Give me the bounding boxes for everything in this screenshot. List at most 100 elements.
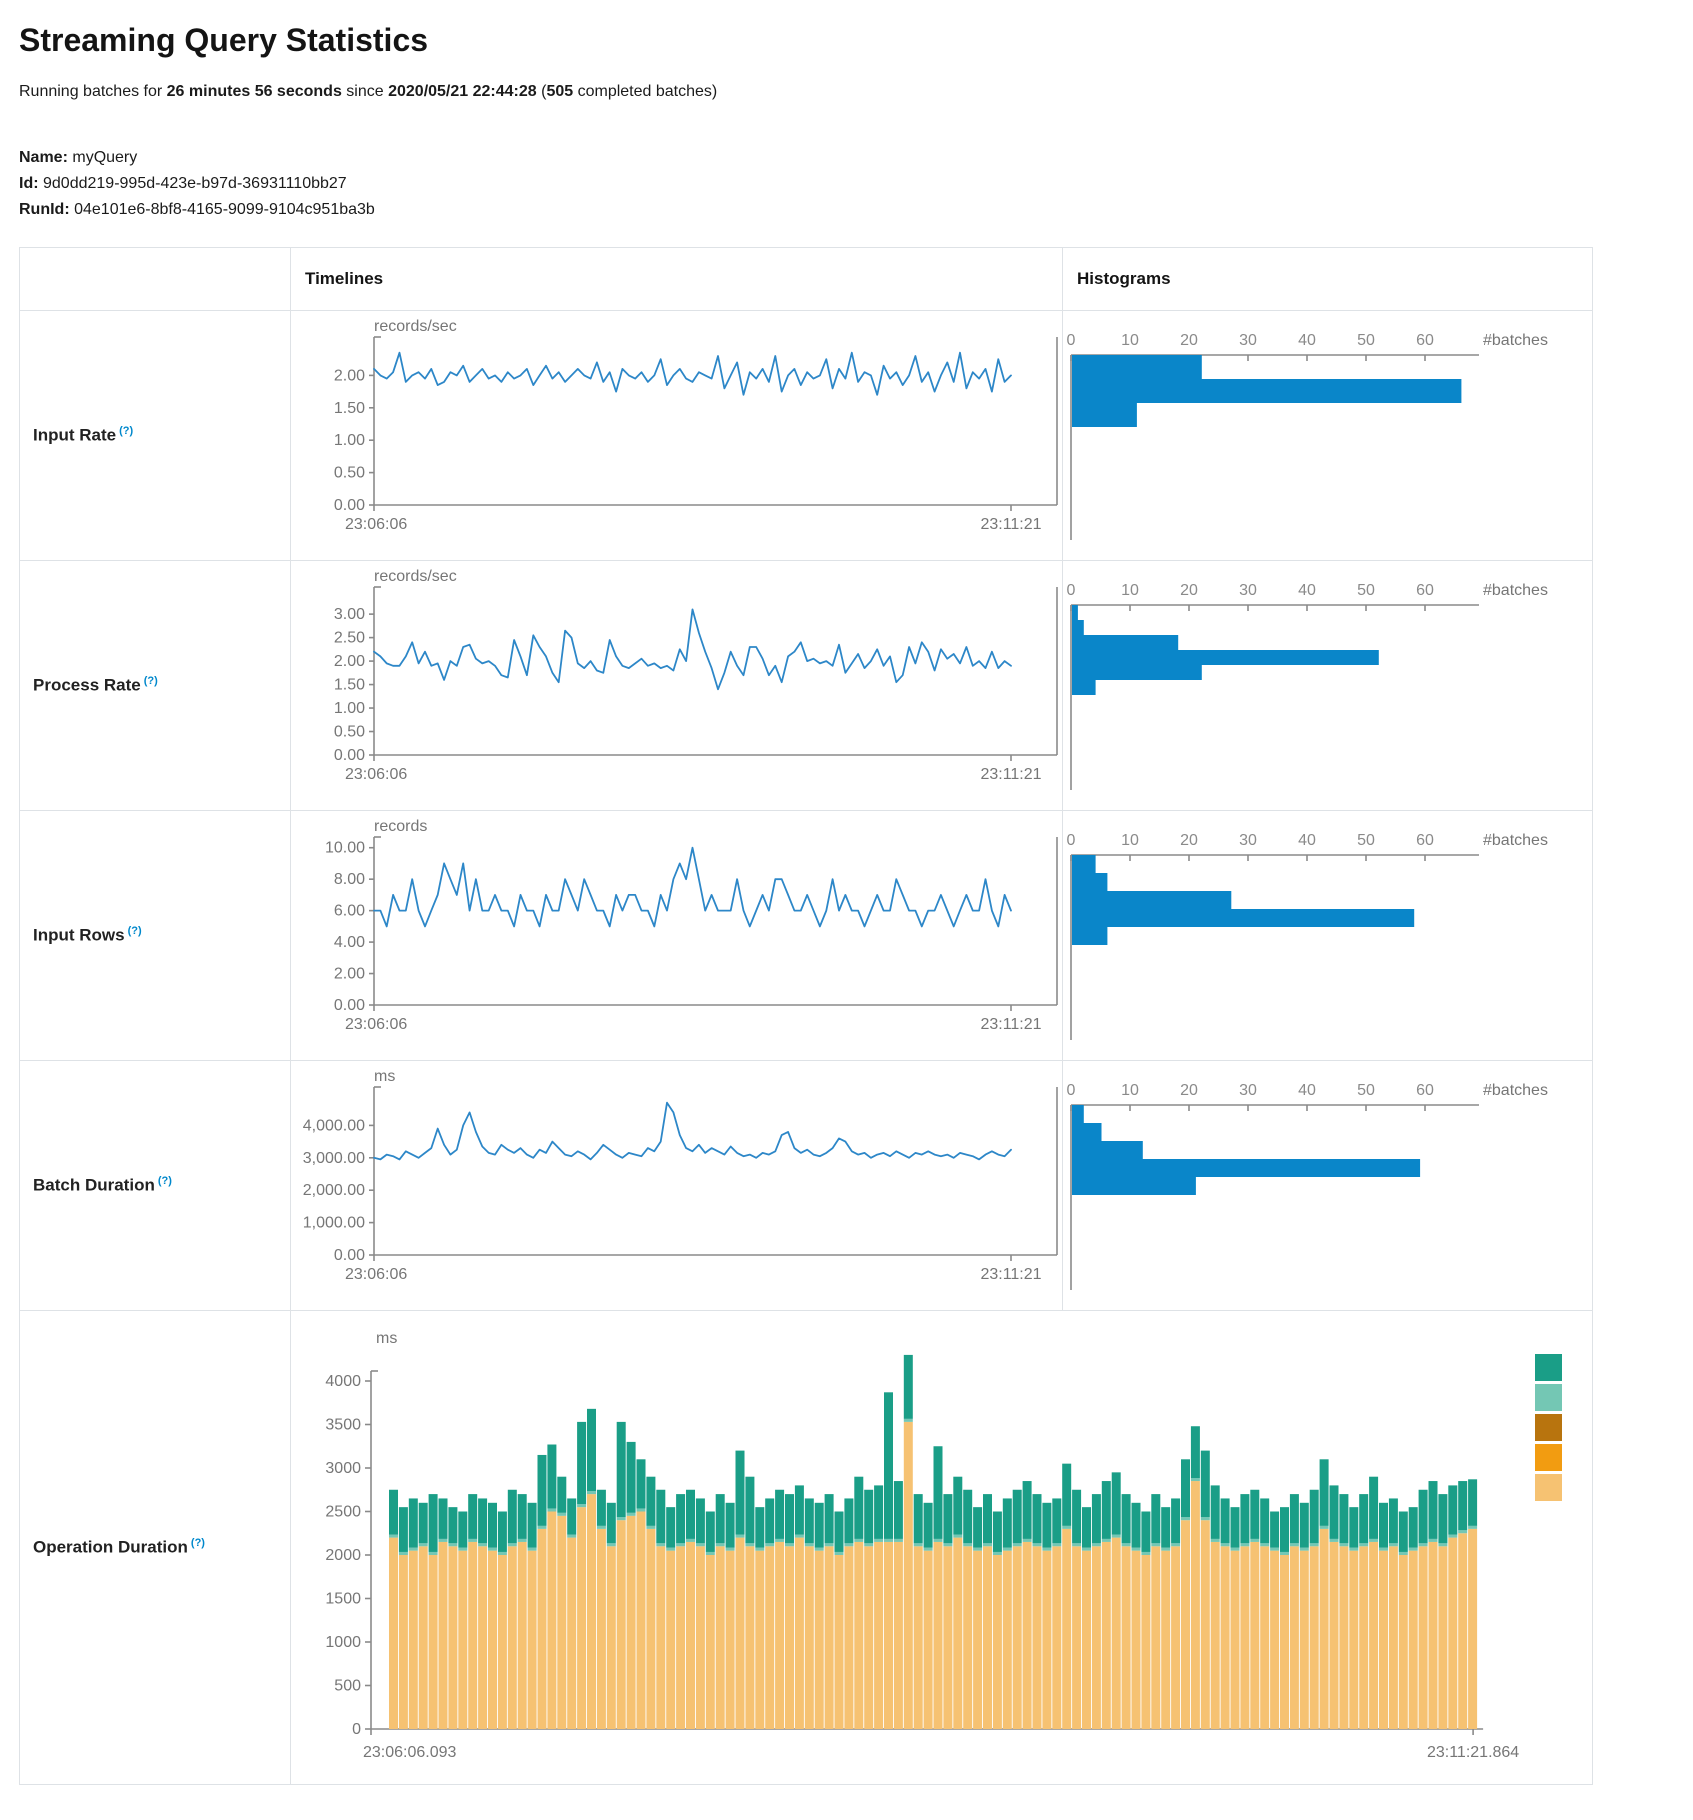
svg-text:20: 20: [1180, 1082, 1198, 1099]
svg-text:20: 20: [1180, 332, 1198, 349]
process-rate-label: Process Rate: [33, 676, 141, 695]
svg-text:40: 40: [1298, 582, 1316, 599]
svg-text:10.00: 10.00: [325, 840, 365, 857]
svg-text:1.00: 1.00: [334, 700, 365, 717]
svg-text:23:06:06: 23:06:06: [345, 516, 407, 533]
svg-text:4000: 4000: [325, 1373, 361, 1390]
running-prefix: Running batches for: [19, 83, 167, 100]
help-icon[interactable]: (?): [119, 425, 133, 437]
svg-text:40: 40: [1298, 332, 1316, 349]
query-name-line: Name: myQuery: [19, 145, 1693, 171]
query-id-label: Id:: [19, 175, 39, 192]
svg-text:23:11:21: 23:11:21: [980, 1016, 1041, 1033]
query-runid-value: 04e101e6-8bf8-4165-9099-9104c951ba3b: [74, 201, 375, 218]
page-title: Streaming Query Statistics: [19, 22, 1693, 59]
metric-row-operation-duration: Operation Duration(?) ms4000350030002500…: [20, 1311, 1593, 1785]
query-runid-label: RunId:: [19, 201, 70, 218]
svg-text:20: 20: [1180, 832, 1198, 849]
svg-text:40: 40: [1298, 832, 1316, 849]
svg-text:0.50: 0.50: [334, 465, 365, 482]
timelines-header: Timelines: [291, 248, 1063, 311]
svg-text:4,000.00: 4,000.00: [303, 1117, 365, 1134]
svg-text:30: 30: [1239, 832, 1257, 849]
svg-text:#batches: #batches: [1483, 332, 1548, 349]
help-icon[interactable]: (?): [158, 1175, 172, 1187]
svg-text:40: 40: [1298, 1082, 1316, 1099]
help-icon[interactable]: (?): [128, 925, 142, 937]
svg-text:0.00: 0.00: [334, 1247, 365, 1264]
running-duration: 26 minutes 56 seconds: [167, 83, 342, 100]
svg-text:50: 50: [1357, 582, 1375, 599]
metric-row-process-rate: Process Rate(?) records/sec3.002.502.001…: [20, 561, 1593, 811]
empty-header-cell: [20, 248, 291, 311]
svg-text:20: 20: [1180, 582, 1198, 599]
query-id-value: 9d0dd219-995d-423e-b97d-36931110bb27: [43, 175, 347, 192]
svg-text:ms: ms: [374, 1068, 395, 1085]
svg-text:1,000.00: 1,000.00: [303, 1215, 365, 1232]
svg-text:3500: 3500: [325, 1417, 361, 1434]
batches-suffix: completed batches): [573, 83, 717, 100]
svg-text:0.50: 0.50: [334, 724, 365, 741]
svg-text:0: 0: [1067, 582, 1076, 599]
svg-text:4.00: 4.00: [334, 934, 365, 951]
svg-text:23:06:06: 23:06:06: [345, 766, 407, 783]
svg-text:23:06:06: 23:06:06: [345, 1266, 407, 1283]
svg-text:records: records: [374, 818, 427, 835]
svg-text:2.00: 2.00: [334, 367, 365, 384]
svg-text:50: 50: [1357, 332, 1375, 349]
svg-text:8.00: 8.00: [334, 871, 365, 888]
svg-text:60: 60: [1416, 332, 1434, 349]
query-name-label: Name:: [19, 149, 68, 166]
svg-text:10: 10: [1121, 582, 1139, 599]
svg-text:0.00: 0.00: [334, 497, 365, 514]
svg-text:2000: 2000: [325, 1547, 361, 1564]
svg-text:10: 10: [1121, 832, 1139, 849]
svg-text:0: 0: [1067, 832, 1076, 849]
metric-row-input-rows: Input Rows(?) records 10.00 8.00 6.00 4.00 2.…: [20, 811, 1593, 1061]
input-rate-timeline-chart: records/sec2.001.501.000.500.0023:06:062…: [291, 311, 1062, 560]
input-rows-timeline-chart: records10.008.006.004.002.000.0023:06:06…: [291, 811, 1062, 1060]
svg-text:#batches: #batches: [1483, 1082, 1548, 1099]
input-rate-label: Input Rate: [33, 426, 116, 445]
histograms-header: Histograms: [1063, 248, 1593, 311]
svg-text:23:06:06.093: 23:06:06.093: [363, 1744, 457, 1761]
help-icon[interactable]: (?): [144, 675, 158, 687]
svg-text:0.00: 0.00: [334, 997, 365, 1014]
svg-text:#batches: #batches: [1483, 582, 1548, 599]
svg-text:50: 50: [1357, 832, 1375, 849]
svg-text:30: 30: [1239, 332, 1257, 349]
table-header-row: Timelines Histograms: [20, 248, 1593, 311]
svg-text:2.00: 2.00: [334, 653, 365, 670]
operation-duration-stacked-chart: ms4000350030002500200015001000500023:06:…: [291, 1311, 1592, 1784]
process-rate-timeline-chart: records/sec3.002.502.001.501.000.500.002…: [291, 561, 1062, 810]
metric-row-input-rate: Input Rate(?) records/sec2.001.501.000.5…: [20, 311, 1593, 561]
paren-open: (: [537, 83, 547, 100]
svg-text:23:11:21: 23:11:21: [980, 766, 1041, 783]
batch-duration-label-cell: Batch Duration(?): [20, 1061, 291, 1311]
svg-text:60: 60: [1416, 1082, 1434, 1099]
svg-text:0: 0: [352, 1721, 361, 1738]
batch-duration-histogram-chart: 0102030405060#batches: [1063, 1061, 1592, 1310]
svg-text:0: 0: [1067, 1082, 1076, 1099]
input-rate-label-cell: Input Rate(?): [20, 311, 291, 561]
input-rows-label-cell: Input Rows(?): [20, 811, 291, 1061]
svg-text:23:11:21: 23:11:21: [980, 1266, 1041, 1283]
svg-text:#batches: #batches: [1483, 832, 1548, 849]
svg-text:2.00: 2.00: [334, 966, 365, 983]
process-rate-label-cell: Process Rate(?): [20, 561, 291, 811]
svg-text:60: 60: [1416, 582, 1434, 599]
svg-text:3000: 3000: [325, 1460, 361, 1477]
metric-row-batch-duration: Batch Duration(?) ms4,000.003,000.002,00…: [20, 1061, 1593, 1311]
help-icon[interactable]: (?): [191, 1537, 205, 1549]
svg-text:30: 30: [1239, 582, 1257, 599]
svg-text:records/sec: records/sec: [374, 568, 457, 585]
batch-duration-label: Batch Duration: [33, 1176, 155, 1195]
svg-text:1.50: 1.50: [334, 677, 365, 694]
input-rows-histogram-chart: 0102030405060#batches: [1063, 811, 1592, 1060]
operation-duration-label-cell: Operation Duration(?): [20, 1311, 291, 1785]
svg-text:6.00: 6.00: [334, 903, 365, 920]
svg-text:23:11:21.864: 23:11:21.864: [1427, 1744, 1519, 1761]
svg-text:10: 10: [1121, 1082, 1139, 1099]
operation-duration-label: Operation Duration: [33, 1538, 188, 1557]
input-rate-histogram-chart: 0102030405060#batches: [1063, 311, 1592, 560]
